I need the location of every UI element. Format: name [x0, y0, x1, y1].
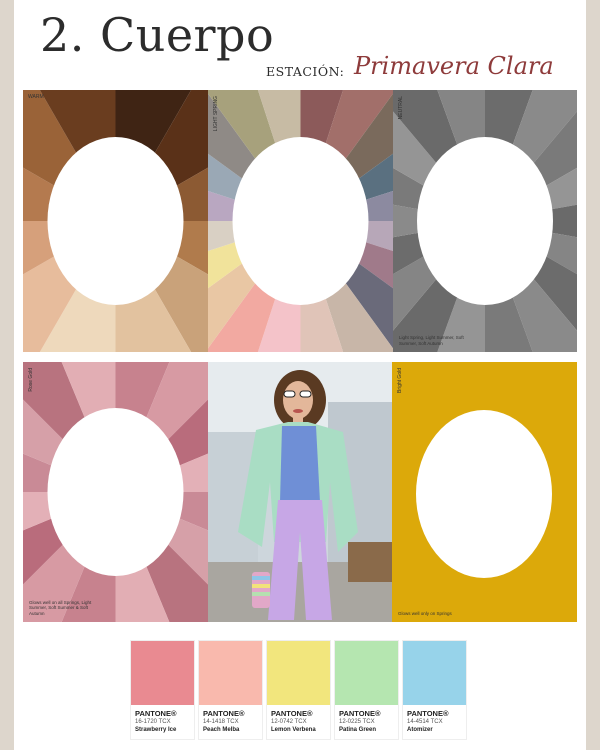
swatch-name: Lemon Verbena	[271, 727, 316, 733]
swatch-name: Atomizer	[407, 727, 433, 733]
pantone-swatch: PANTONE® 14-4514 TCX Atomizer	[402, 640, 467, 740]
neutral-drape-fan	[393, 90, 577, 352]
bright-gold-drape	[392, 362, 577, 622]
swatch-chip	[335, 641, 398, 705]
card-caption-gold: Glows well only on Springs	[398, 610, 452, 616]
swatch-brand: PANTONE®	[407, 709, 449, 718]
swatch-name: Peach Melba	[203, 727, 240, 733]
light-spring-drape-card: LIGHT SPRING	[208, 90, 393, 352]
swatch-name: Patina Green	[339, 727, 377, 733]
swatch-brand: PANTONE®	[135, 709, 177, 718]
swatch-chip	[131, 641, 194, 705]
swatch-chip	[403, 641, 466, 705]
face-cutout	[416, 410, 552, 578]
swatch-brand: PANTONE®	[339, 709, 381, 718]
card-label-neutral: NEUTRAL	[398, 96, 404, 120]
card-caption-neutral: Light Spring, Light Summer, Soft Summer,…	[399, 335, 464, 346]
card-label-gold: Bright Gold	[397, 368, 403, 394]
swatch-code: 16-1720 TCX	[135, 719, 171, 725]
swatch-code: 12-0742 TCX	[271, 719, 307, 725]
person-photo	[208, 362, 392, 622]
swatch-chip	[267, 641, 330, 705]
swatch-code: 12-0225 TCX	[339, 719, 375, 725]
face-cutout	[47, 137, 184, 305]
page-title: 2. Cuerpo	[40, 8, 275, 62]
card-label-rose: Rose Gold	[28, 368, 34, 392]
card-label-warm: WARM	[28, 94, 44, 100]
face-cutout	[47, 408, 184, 576]
warm-drape-card: WARM	[23, 90, 208, 352]
card-caption-rose: Glows well on all Springs, Light Summer,…	[29, 599, 92, 616]
swatch-chip	[199, 641, 262, 705]
season-label: ESTACIÓN:	[266, 64, 345, 79]
swatch-brand: PANTONE®	[271, 709, 313, 718]
pantone-swatch: PANTONE® 14-1418 TCX Peach Melba	[198, 640, 263, 740]
warm-drape-fan	[23, 90, 208, 352]
pantone-swatch: PANTONE® 12-0742 TCX Lemon Verbena	[266, 640, 331, 740]
season-name: Primavera Clara	[354, 52, 554, 80]
pantone-swatch: PANTONE® 16-1720 TCX Strawberry Ice	[130, 640, 195, 740]
bright-gold-drape-card: Bright Gold Glows well only on Springs	[392, 362, 577, 622]
light-spring-drape-fan	[208, 90, 393, 352]
swatch-name: Strawberry Ice	[135, 727, 177, 733]
rose-gold-drape-fan	[23, 362, 208, 622]
neutral-drape-card: NEUTRAL Light Spring, Light Summer, Soft…	[393, 90, 577, 352]
card-label-light-spring: LIGHT SPRING	[213, 96, 219, 132]
pantone-swatch: PANTONE® 12-0225 TCX Patina Green	[334, 640, 399, 740]
face-cutout	[417, 137, 553, 305]
rose-gold-drape-card: Rose Gold Glows well on all Springs, Lig…	[23, 362, 208, 622]
face-cutout	[232, 137, 369, 305]
swatch-code: 14-1418 TCX	[203, 719, 239, 725]
swatch-brand: PANTONE®	[203, 709, 245, 718]
swatch-code: 14-4514 TCX	[407, 719, 443, 725]
